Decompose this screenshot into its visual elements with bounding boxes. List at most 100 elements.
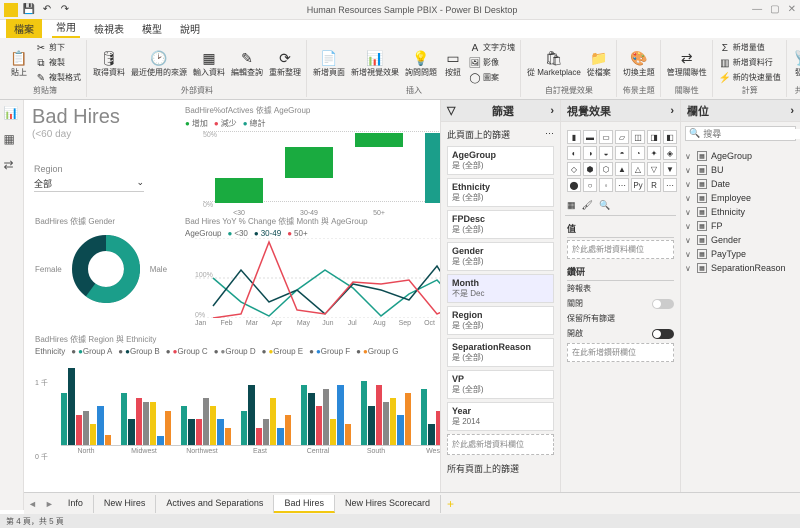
waterfall-chart[interactable]: BadHire%ofActives 依據 AgeGroup 增加 減少 總計 5… [184,104,440,210]
analytics-tab-icon[interactable]: 🔍 [599,200,610,211]
values-well[interactable]: 於此處新增資料欄位 [567,240,674,259]
drill-well[interactable]: 在此新增鑽研欄位 [567,343,674,362]
chevron-right-icon[interactable]: › [670,105,674,117]
field-table[interactable]: ▦Date [685,177,796,191]
visual-type-icon[interactable]: ○ [583,178,597,192]
visual-type-icon[interactable]: ◦ [599,178,613,192]
minimize-icon[interactable]: — [752,4,762,15]
region-slicer[interactable]: Region 全部⌄ [34,164,144,192]
prev-tab-icon[interactable]: ◄ [24,499,41,509]
visual-type-icon[interactable]: ▲ [615,162,629,176]
cross-report-toggle[interactable] [652,299,674,309]
chevron-right-icon[interactable]: › [790,105,794,117]
line-chart[interactable]: Bad Hires YoY % Change 依據 Month 與 AgeGro… [184,215,440,325]
filter-card[interactable]: SeparationReason是 (全部) [447,338,554,367]
visual-type-icon[interactable]: ▮ [567,130,581,144]
field-table[interactable]: ▦FP [685,219,796,233]
recent-sources-button[interactable]: 🕑最近使用的來源 [129,47,189,79]
filter-card[interactable]: FPDesc是 (全部) [447,210,554,239]
buttons-button[interactable]: ▭按鈕 [441,47,465,79]
maximize-icon[interactable]: ▢ [770,4,779,15]
refresh-button[interactable]: ⟳重新整理 [267,47,303,79]
field-table[interactable]: ▦BU [685,163,796,177]
cut-button[interactable]: ✂剪下 [33,41,83,55]
edit-queries-button[interactable]: ✎編輯查詢 [229,47,265,79]
visual-type-icon[interactable]: ⬤ [567,178,581,192]
new-column-button[interactable]: ▥新增資料行 [717,56,783,70]
quick-measure-button[interactable]: ⚡新的快速量值 [717,71,783,85]
donut-chart[interactable]: BadHires 依據 Gender Female Male [34,215,174,325]
visual-type-icon[interactable]: ▽ [647,162,661,176]
chevron-down-icon[interactable]: ⌄ [136,177,144,190]
menu-home[interactable]: 常用 [52,17,80,38]
visual-type-icon[interactable]: ⋯ [615,178,629,192]
save-icon[interactable]: 💾 [22,3,36,17]
field-table[interactable]: ▦SeparationReason [685,261,796,275]
filter-card[interactable]: Gender是 (全部) [447,242,554,271]
enter-data-button[interactable]: ▦輸入資料 [191,47,227,79]
shapes-button[interactable]: ◯圖案 [467,71,517,85]
format-tab-icon[interactable]: 🖌 [582,200,593,211]
fields-search[interactable]: 🔍 [685,126,796,141]
visual-type-icon[interactable]: R [647,178,661,192]
new-measure-button[interactable]: Σ新增量值 [717,41,783,55]
visual-type-icon[interactable]: ⋯ [663,178,677,192]
visual-type-icon[interactable]: ◐ [567,146,581,160]
visual-type-icon[interactable]: ▬ [583,130,597,144]
report-canvas[interactable]: Bad Hires (<60 day Region 全部⌄ BadHire%of… [24,100,440,510]
visual-type-icon[interactable]: ▭ [599,130,613,144]
field-table[interactable]: ▦PayType [685,247,796,261]
filter-card[interactable]: Region是 (全部) [447,306,554,335]
fields-tab-icon[interactable]: ▦ [567,200,576,211]
visual-type-icon[interactable]: ✦ [647,146,661,160]
qa-button[interactable]: 💡詢問問題 [403,47,439,79]
visual-type-icon[interactable]: ◔ [631,146,645,160]
field-table[interactable]: ▦AgeGroup [685,149,796,163]
visual-type-icon[interactable]: ⬢ [583,162,597,176]
report-tab[interactable]: Info [58,495,94,513]
add-page-button[interactable]: + [441,497,460,511]
visual-type-icon[interactable]: ▱ [615,130,629,144]
menu-file[interactable]: 檔案 [6,19,42,38]
chevron-right-icon[interactable]: › [550,105,554,117]
visual-type-icon[interactable]: ◨ [647,130,661,144]
visual-type-icon[interactable]: ◈ [663,146,677,160]
field-table[interactable]: ▦Ethnicity [685,205,796,219]
visual-type-icon[interactable]: ⬡ [599,162,613,176]
new-page-button[interactable]: 📄新增頁面 [311,47,347,79]
visual-type-icon[interactable]: Py [631,178,645,192]
report-view-icon[interactable]: 📊 [4,106,20,122]
field-table[interactable]: ▦Employee [685,191,796,205]
textbox-button[interactable]: A文字方塊 [467,41,517,55]
visual-type-icon[interactable]: ◇ [567,162,581,176]
visual-type-icon[interactable]: ◧ [663,130,677,144]
report-tab[interactable]: Bad Hires [274,495,335,513]
visual-type-icon[interactable]: ▼ [663,162,677,176]
marketplace-button[interactable]: 🛍從 Marketplace [525,47,583,79]
filter-card[interactable]: Year是 2014 [447,402,554,431]
filter-card[interactable]: Month不是 Dec [447,274,554,303]
field-table[interactable]: ▦Gender [685,233,796,247]
filter-card[interactable]: VP是 (全部) [447,370,554,399]
report-tab[interactable]: New Hires Scorecard [335,495,441,513]
keep-filters-toggle[interactable] [652,329,674,339]
redo-icon[interactable]: ↷ [58,3,72,17]
menu-view[interactable]: 檢視表 [90,19,128,38]
filter-card[interactable]: AgeGroup是 (全部) [447,146,554,175]
more-icon[interactable]: ⋯ [545,128,554,141]
add-filter-well[interactable]: 於此處新增資料欄位 [447,434,554,455]
undo-icon[interactable]: ↶ [40,3,54,17]
visual-type-icon[interactable]: ◓ [615,146,629,160]
from-file-button[interactable]: 📁從檔案 [585,47,613,79]
close-icon[interactable]: ✕ [788,4,796,15]
report-tab[interactable]: Actives and Separations [156,495,274,513]
next-tab-icon[interactable]: ► [41,499,58,509]
new-visual-button[interactable]: 📊新增視覺效果 [349,47,401,79]
model-view-icon[interactable]: ⇄ [4,158,20,174]
visual-type-icon[interactable]: ◫ [631,130,645,144]
paste-button[interactable]: 📋貼上 [7,47,31,79]
data-view-icon[interactable]: ▦ [4,132,20,148]
menu-help[interactable]: 說明 [176,19,204,38]
image-button[interactable]: 🖼影像 [467,56,517,70]
format-painter-button[interactable]: ✎複製格式 [33,71,83,85]
